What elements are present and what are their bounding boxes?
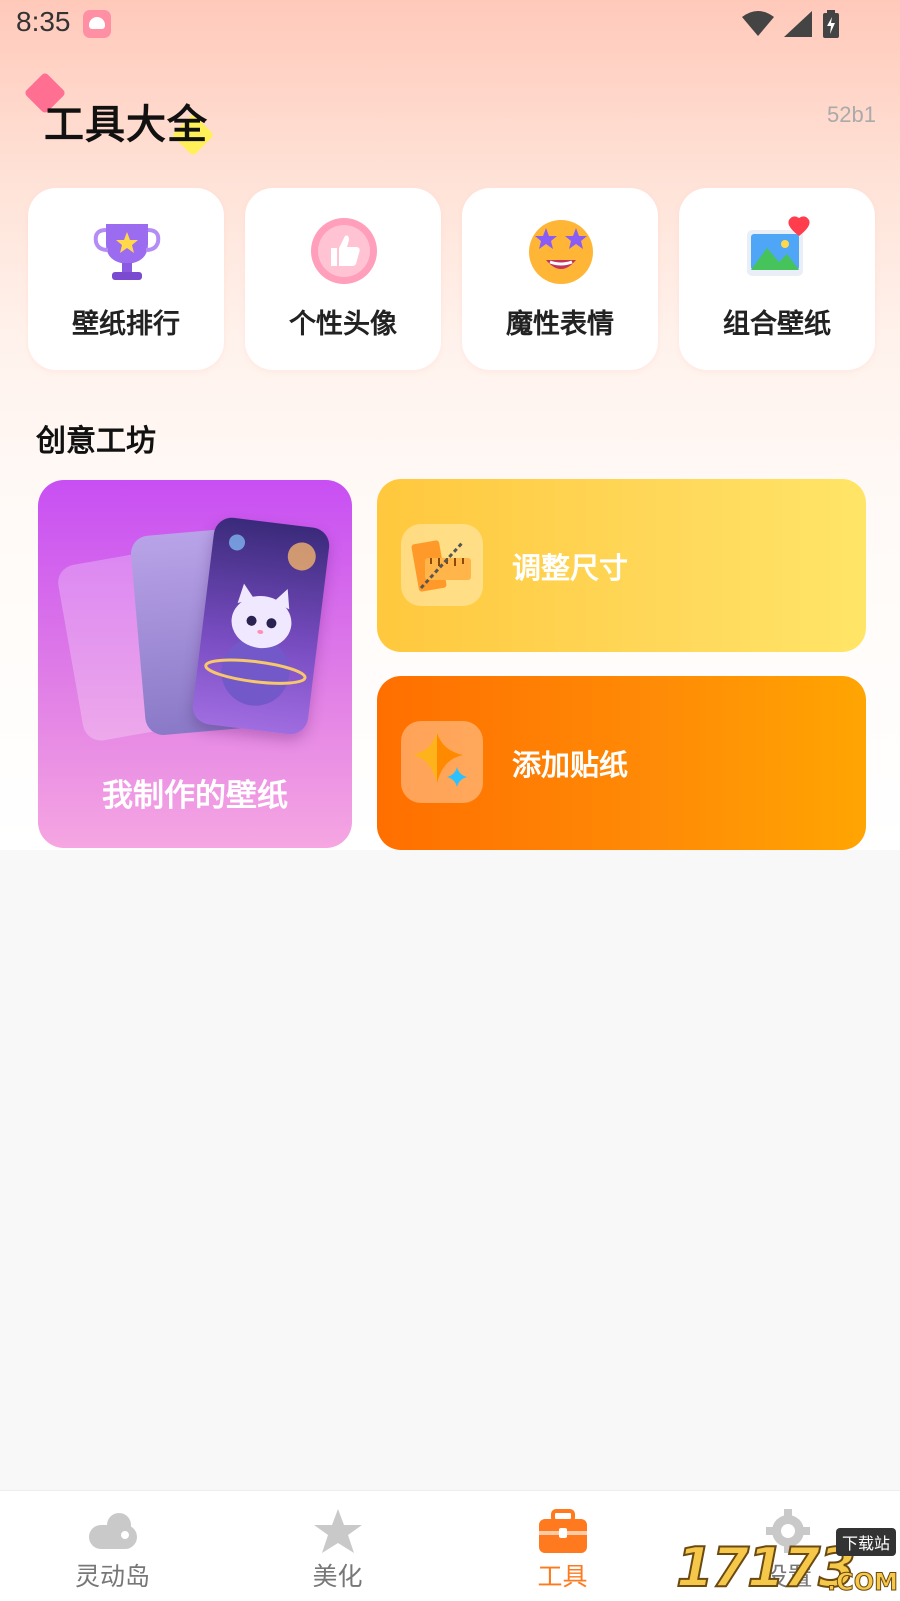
wallpaper-preview-front (190, 515, 332, 737)
app-notification-icon (83, 10, 111, 38)
quick-tool-combo-wallpaper[interactable]: 组合壁纸 (679, 188, 875, 370)
tab-label: 美化 (312, 1562, 363, 1591)
quick-tool-wallpaper-ranking[interactable]: 壁纸排行 (28, 188, 224, 370)
ruler-resize-icon (411, 540, 471, 592)
my-wallpaper-card[interactable]: 我制作的壁纸 (38, 480, 352, 848)
site-watermark: 17173 下载站 .COM (675, 1526, 900, 1600)
status-bar: 8:35 (0, 0, 900, 50)
add-sticker-card[interactable]: 添加贴纸 (377, 676, 866, 850)
page-title-wrap: 工具大全 (23, 71, 230, 168)
quick-tool-avatar[interactable]: 个性头像 (245, 188, 441, 370)
system-icons (742, 10, 840, 38)
trophy-icon (93, 224, 161, 280)
sticker-icon-box (401, 721, 483, 803)
tab-dynamic-island[interactable]: 灵动岛 (0, 1491, 225, 1601)
briefcase-icon (539, 1509, 587, 1553)
my-wallpaper-label: 我制作的壁纸 (102, 778, 288, 814)
quick-tool-label: 组合壁纸 (723, 309, 831, 340)
signal-icon (784, 11, 812, 37)
sparkle-star-icon (413, 733, 467, 787)
quick-tool-label: 魔性表情 (506, 309, 614, 340)
tab-label: 灵动岛 (74, 1562, 150, 1591)
quick-tool-label: 个性头像 (289, 309, 397, 340)
watermark-tag: 下载站 (835, 1528, 896, 1556)
cloud-icon (89, 1513, 137, 1549)
resize-icon-box (401, 524, 483, 606)
resize-label: 调整尺寸 (512, 551, 629, 585)
wifi-icon (742, 11, 774, 36)
tab-tools[interactable]: 工具 (450, 1491, 675, 1601)
battery-icon (823, 10, 839, 38)
thumbs-up-icon (311, 218, 377, 284)
status-time: 8:35 (16, 6, 71, 37)
page-title: 工具大全 (44, 102, 208, 148)
watermark-suffix: .COM (826, 1568, 898, 1597)
section-title: 创意工坊 (36, 424, 156, 459)
tab-label: 工具 (537, 1562, 588, 1591)
quick-tool-label: 壁纸排行 (72, 309, 180, 340)
quick-tool-emoji[interactable]: 魔性表情 (462, 188, 658, 370)
star-icon (314, 1509, 362, 1553)
picture-heart-icon (747, 216, 810, 276)
add-sticker-label: 添加贴纸 (512, 748, 629, 782)
cat-planet-illustration (204, 534, 316, 706)
star-eyes-emoji-icon (529, 220, 593, 284)
version-label: 52b1 (827, 102, 876, 127)
tab-beautify[interactable]: 美化 (225, 1491, 450, 1601)
resize-card[interactable]: 调整尺寸 (377, 479, 866, 652)
